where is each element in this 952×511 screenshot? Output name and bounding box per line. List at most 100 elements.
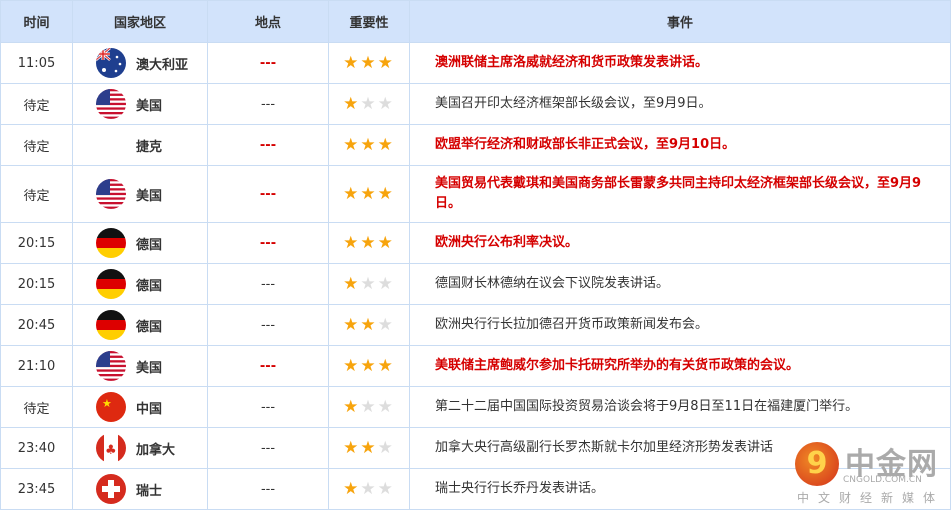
table-row: 待定 ★ 中国 --- ★★★ 第二十二届中国国际投资贸易洽谈会将于9月8日至11…: [0, 386, 951, 428]
importance-stars: ★★★: [328, 222, 410, 264]
star-filled-icon: ★: [343, 479, 361, 499]
country-cell: 捷克: [72, 124, 208, 166]
event-cell: 第二十二届中国国际投资贸易洽谈会将于9月8日至11日在福建厦门举行。: [409, 386, 951, 428]
time-cell: 待定: [0, 386, 73, 428]
country-cell: 德国: [72, 222, 208, 264]
header-importance: 重要性: [328, 0, 410, 43]
location-cell: ---: [207, 468, 329, 510]
star-filled-icon: ★: [343, 135, 361, 155]
star-filled-icon: ★: [343, 94, 361, 114]
importance-stars: ★★★: [328, 263, 410, 305]
star-filled-icon: ★: [377, 184, 395, 204]
table-row: 待定 美国 --- ★★★ 美国贸易代表戴琪和美国商务部长雷蒙多共同主持印太经济…: [0, 165, 951, 223]
country-name: 加拿大: [136, 442, 176, 458]
location-cell: ---: [207, 83, 329, 125]
event-cell: 美国贸易代表戴琪和美国商务部长雷蒙多共同主持印太经济框架部长级会议，至9月9日。: [409, 165, 951, 223]
star-empty-icon: ★: [360, 479, 378, 499]
star-filled-icon: ★: [343, 397, 361, 417]
location-cell: ---: [207, 386, 329, 428]
importance-stars: ★★★: [328, 427, 410, 469]
country-name: 德国: [136, 278, 163, 294]
logo-tagline: 中文财经新媒体: [797, 491, 945, 505]
svg-text:★: ★: [102, 397, 112, 410]
star-empty-icon: ★: [377, 315, 395, 335]
country-name: 澳大利亚: [136, 57, 189, 73]
location-cell: ---: [207, 304, 329, 346]
star-filled-icon: ★: [360, 184, 378, 204]
header-event: 事件: [409, 0, 951, 43]
logo-url: CNGOLD.COM.CN: [843, 475, 922, 485]
location-cell: ---: [207, 42, 329, 84]
header-country: 国家地区: [72, 0, 208, 43]
star-filled-icon: ★: [343, 53, 361, 73]
country-name: 中国: [136, 401, 163, 417]
time-cell: 20:45: [0, 304, 73, 346]
location-cell: ---: [207, 222, 329, 264]
star-filled-icon: ★: [343, 438, 361, 458]
table-row: 20:15 德国 --- ★★★ 德国财长林德纳在议会下议院发表讲话。: [0, 263, 951, 305]
star-filled-icon: ★: [343, 184, 361, 204]
star-filled-icon: ★: [360, 438, 378, 458]
event-cell: 欧洲央行公布利率决议。: [409, 222, 951, 264]
star-empty-icon: ★: [360, 274, 378, 294]
header-location: 地点: [207, 0, 329, 43]
time-cell: 23:40: [0, 427, 73, 469]
logo-icon: 9: [795, 442, 839, 486]
time-cell: 20:15: [0, 263, 73, 305]
china-flag-icon: ★: [96, 392, 126, 422]
importance-stars: ★★★: [328, 386, 410, 428]
country-name: 德国: [136, 319, 163, 335]
location-cell: ---: [207, 165, 329, 223]
table-row: 待定 美国 --- ★★★ 美国召开印太经济框架部长级会议，至9月9日。: [0, 83, 951, 125]
star-filled-icon: ★: [377, 233, 395, 253]
event-cell: 欧洲央行行长拉加德召开货币政策新闻发布会。: [409, 304, 951, 346]
table-row: 11:05 澳大利亚 --- ★★★ 澳洲联储主席洛威就经济和货币政策发表讲话。: [0, 42, 951, 84]
location-cell: ---: [207, 345, 329, 387]
star-filled-icon: ★: [343, 274, 361, 294]
location-cell: ---: [207, 124, 329, 166]
star-empty-icon: ★: [377, 479, 395, 499]
australia-flag-icon: [96, 48, 126, 78]
canada-flag-icon: ♣: [96, 433, 126, 463]
location-cell: ---: [207, 427, 329, 469]
usa-flag-icon: [96, 179, 126, 209]
star-filled-icon: ★: [343, 233, 361, 253]
table-row: 待定 捷克 --- ★★★ 欧盟举行经济和财政部长非正式会议，至9月10日。: [0, 124, 951, 166]
country-cell: 美国: [72, 165, 208, 223]
importance-stars: ★★★: [328, 468, 410, 510]
country-cell: 美国: [72, 345, 208, 387]
event-cell: 欧盟举行经济和财政部长非正式会议，至9月10日。: [409, 124, 951, 166]
importance-stars: ★★★: [328, 304, 410, 346]
importance-stars: ★★★: [328, 83, 410, 125]
economic-calendar-table: 时间 国家地区 地点 重要性 事件 11:05 澳大利亚 --- ★★★ 澳洲联…: [0, 0, 951, 510]
time-cell: 待定: [0, 165, 73, 223]
country-cell: 德国: [72, 304, 208, 346]
star-filled-icon: ★: [360, 53, 378, 73]
star-empty-icon: ★: [360, 94, 378, 114]
event-cell: 德国财长林德纳在议会下议院发表讲话。: [409, 263, 951, 305]
header-time: 时间: [0, 0, 73, 43]
svg-text:♣: ♣: [105, 443, 117, 458]
country-cell: 美国: [72, 83, 208, 125]
event-cell: 美国召开印太经济框架部长级会议，至9月9日。: [409, 83, 951, 125]
star-filled-icon: ★: [360, 135, 378, 155]
country-cell: ♣ 加拿大: [72, 427, 208, 469]
country-cell: ★ 中国: [72, 386, 208, 428]
time-cell: 23:45: [0, 468, 73, 510]
time-cell: 待定: [0, 124, 73, 166]
table-row: 20:45 德国 --- ★★★ 欧洲央行行长拉加德召开货币政策新闻发布会。: [0, 304, 951, 346]
country-cell: 瑞士: [72, 468, 208, 510]
time-cell: 待定: [0, 83, 73, 125]
cngold-watermark-logo: 9 中金网 CNGOLD.COM.CN 中文财经新媒体: [795, 437, 945, 507]
time-cell: 21:10: [0, 345, 73, 387]
table-row: 20:15 德国 --- ★★★ 欧洲央行公布利率决议。: [0, 222, 951, 264]
star-empty-icon: ★: [377, 94, 395, 114]
importance-stars: ★★★: [328, 124, 410, 166]
star-filled-icon: ★: [360, 356, 378, 376]
star-filled-icon: ★: [360, 233, 378, 253]
country-name: 美国: [136, 360, 163, 376]
time-cell: 11:05: [0, 42, 73, 84]
star-empty-icon: ★: [377, 438, 395, 458]
importance-stars: ★★★: [328, 42, 410, 84]
star-filled-icon: ★: [343, 356, 361, 376]
